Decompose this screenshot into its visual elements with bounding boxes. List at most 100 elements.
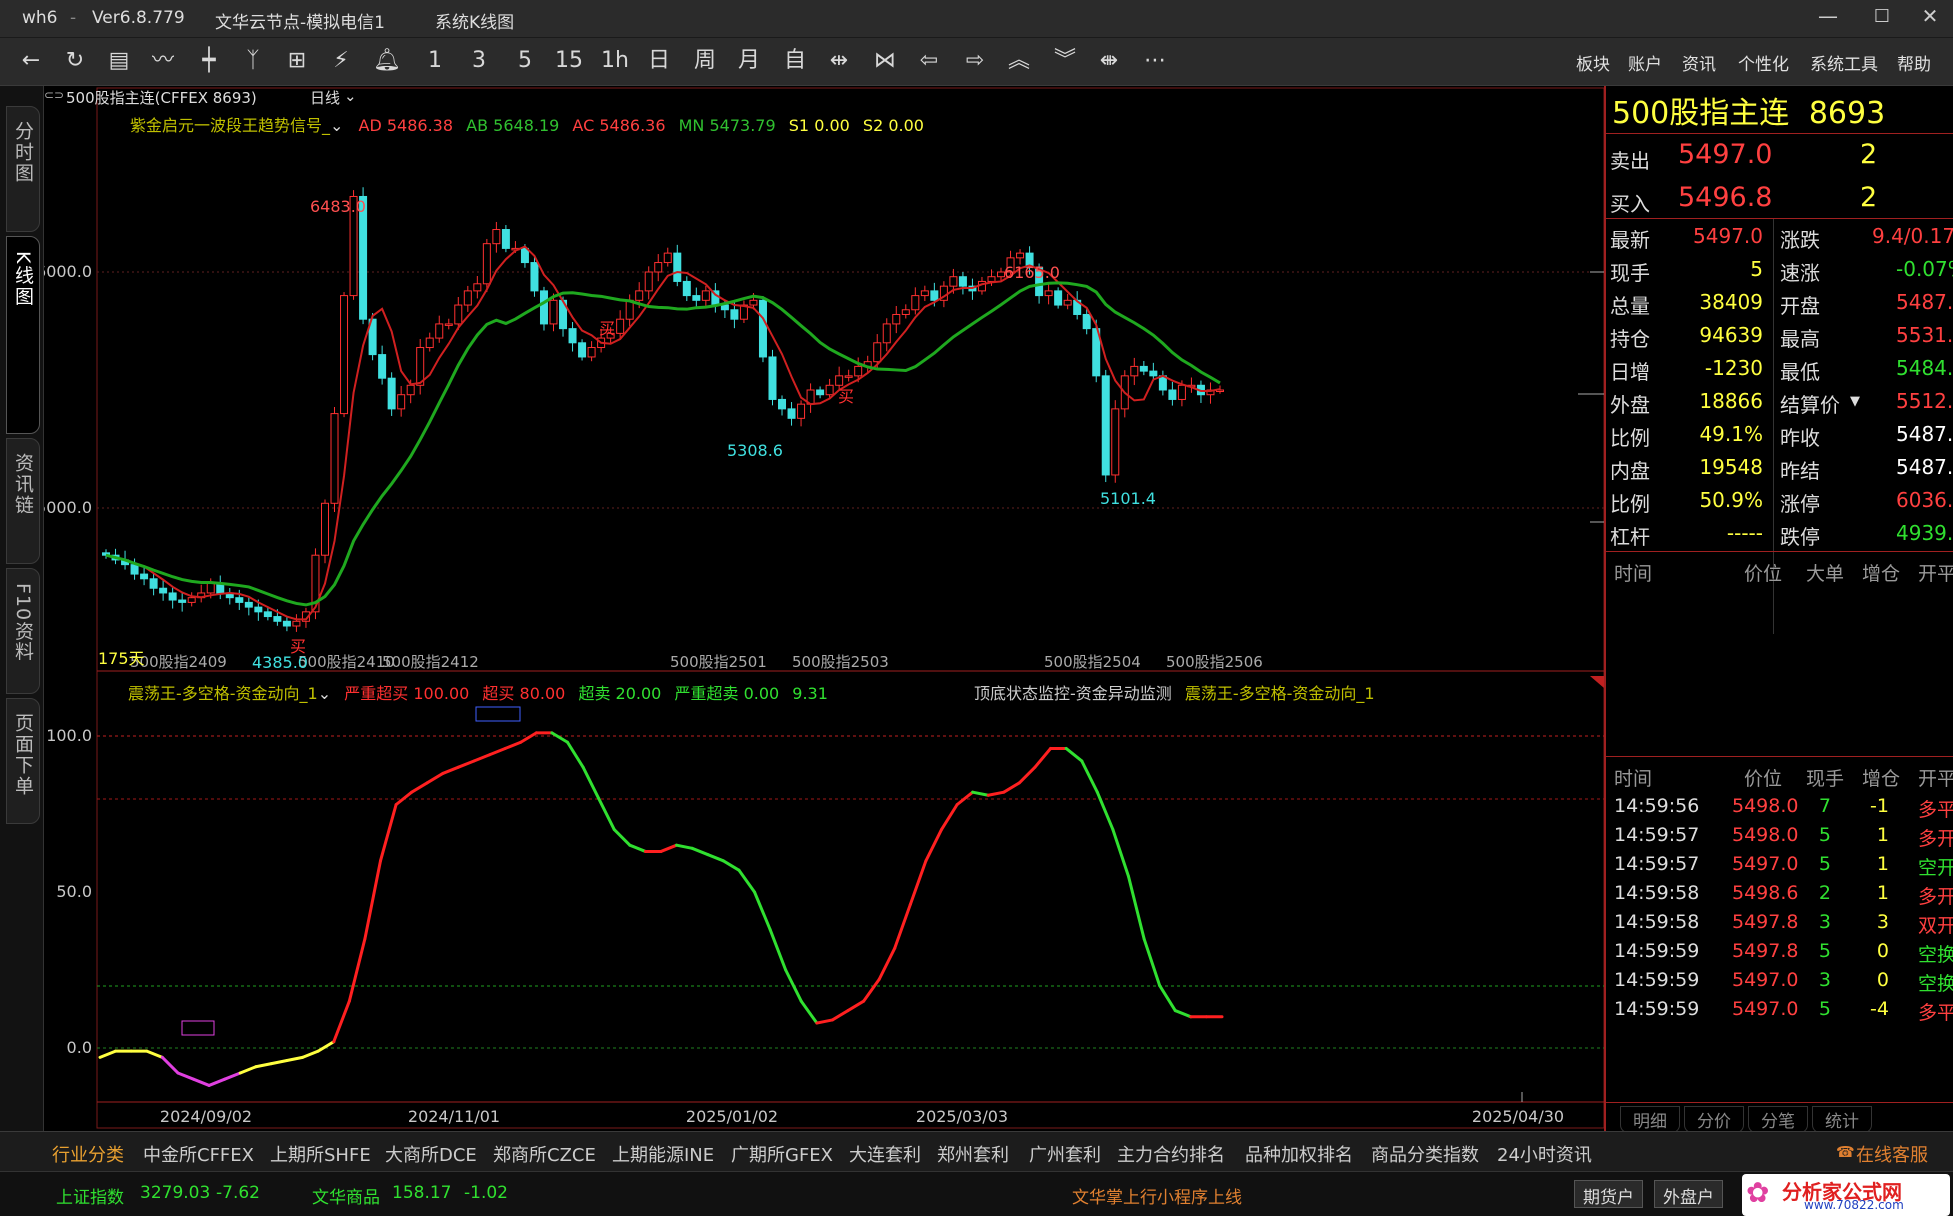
contract-label-2506: 500股指2506 — [1166, 653, 1263, 671]
online-support[interactable]: 在线客服 — [1856, 1141, 1928, 1167]
tab-timeshare[interactable]: 分时图 — [6, 106, 40, 232]
trade-row[interactable]: 14:59:59 5497.0 5 -4 多平 — [1606, 996, 1953, 1025]
tab-kline[interactable]: K线图 — [6, 236, 40, 434]
tab-f10[interactable]: F10资料 — [6, 568, 40, 694]
tab-cffex[interactable]: 中金所CFFEX — [143, 1141, 254, 1167]
period-week[interactable]: 周 — [688, 48, 722, 74]
period-5[interactable]: 5 — [508, 48, 542, 74]
candle — [473, 283, 482, 292]
indicator-dropdown-icon[interactable]: ⌄ — [330, 116, 343, 135]
candle — [539, 290, 548, 325]
minimize-icon[interactable]: — — [1808, 4, 1848, 28]
candle — [758, 299, 767, 358]
period-selector[interactable]: 日线 — [310, 87, 340, 108]
menu-help[interactable]: 帮助 — [1897, 50, 1931, 75]
oscillator-segment — [285, 1055, 305, 1062]
menu-account[interactable]: 账户 — [1628, 50, 1662, 75]
period-1[interactable]: 1 — [418, 48, 452, 74]
menu-personalize[interactable]: 个性化 — [1738, 50, 1789, 75]
kline-chart[interactable]: 6000.0 5000.0 100.0 50.0 0.0 2024/09/02 … — [36, 86, 1605, 1131]
notice-text[interactable]: 文华掌上行小程序上线 — [1072, 1183, 1242, 1208]
line-chart-icon[interactable]: 〰 — [146, 48, 180, 74]
tab-ticks[interactable]: 分笔 — [1748, 1106, 1808, 1133]
kline-icon[interactable]: ┿ — [192, 48, 226, 74]
trade-row[interactable]: 14:59:56 5498.0 7 -1 多平 — [1606, 793, 1953, 822]
period-1h[interactable]: 1h — [598, 48, 632, 74]
index2-name[interactable]: 文华商品 — [312, 1183, 380, 1208]
tab-ine[interactable]: 上期能源INE — [612, 1141, 714, 1167]
tab-shfe[interactable]: 上期所SHFE — [270, 1141, 371, 1167]
trade-row[interactable]: 14:59:57 5498.0 5 1 多开 — [1606, 822, 1953, 851]
tab-gfex[interactable]: 广期所GFEX — [731, 1141, 833, 1167]
tab-stats[interactable]: 统计 — [1812, 1106, 1872, 1133]
headset-icon[interactable]: ☎ — [1836, 1143, 1855, 1161]
tab-price-dist[interactable]: 分价 — [1684, 1106, 1744, 1133]
refresh-icon[interactable]: ↻ — [58, 48, 92, 74]
prev-close-label: 昨收 — [1780, 426, 1820, 450]
zoom-in-icon[interactable]: ⋈ — [868, 48, 902, 74]
tab-main-contract-rank[interactable]: 主力合约排名 — [1117, 1141, 1225, 1167]
bell-icon[interactable]: 🔔︎ — [370, 48, 404, 74]
tab-news-chain-label: 资讯链 — [12, 453, 34, 516]
quote-list-icon[interactable]: ▤ — [102, 48, 136, 74]
flash-icon[interactable]: ⚡ — [324, 48, 358, 74]
trade-row[interactable]: 14:59:57 5497.0 5 1 空开 — [1606, 851, 1953, 880]
tab-dalian-arb[interactable]: 大连套利 — [849, 1141, 921, 1167]
tab-guangzhou-arb[interactable]: 广州套利 — [1029, 1141, 1101, 1167]
period-month[interactable]: 月 — [732, 48, 766, 74]
zoom-horizontal-icon[interactable]: ⇹ — [822, 48, 856, 74]
move-left-icon[interactable]: ⇦ — [912, 48, 946, 74]
menu-news[interactable]: 资讯 — [1682, 50, 1716, 75]
candle — [187, 597, 196, 603]
tab-place-order[interactable]: 页面下单 — [6, 698, 40, 824]
close-icon[interactable]: ✕ — [1910, 4, 1950, 28]
index1-name[interactable]: 上证指数 — [56, 1183, 124, 1208]
move-right-icon[interactable]: ⇨ — [958, 48, 992, 74]
tab-weighted-rank[interactable]: 品种加权排名 — [1245, 1141, 1353, 1167]
tick-chart-icon[interactable]: ᛉ — [236, 48, 270, 74]
candle — [730, 309, 739, 320]
tab-czce[interactable]: 郑商所CZCE — [493, 1141, 596, 1167]
down-icon[interactable]: ︾ — [1048, 48, 1082, 74]
current-hand-value: 5 — [1750, 257, 1763, 281]
trade-row[interactable]: 14:59:58 5497.8 3 3 双开 — [1606, 909, 1953, 938]
tab-24h-news[interactable]: 24小时资讯 — [1497, 1141, 1592, 1167]
sub-indicator-dropdown-icon[interactable]: ⌄ — [318, 684, 331, 703]
crosshair-icon[interactable]: ⇼ — [1092, 48, 1126, 74]
bid-row[interactable]: 买入 5496.8 2 — [1606, 180, 1953, 216]
tab-details[interactable]: 明细 — [1620, 1106, 1680, 1133]
candle — [1177, 384, 1186, 400]
period-3[interactable]: 3 — [462, 48, 496, 74]
oscillator-segment — [98, 1049, 118, 1059]
trade-row[interactable]: 14:59:59 5497.8 5 0 空换 — [1606, 938, 1953, 967]
period-15[interactable]: 15 — [552, 48, 586, 74]
trade-row[interactable]: 14:59:58 5498.6 2 1 多开 — [1606, 880, 1953, 909]
settlement-dropdown-icon[interactable]: ▼ — [1850, 394, 1860, 409]
foreign-account-button[interactable]: 外盘户 — [1654, 1180, 1723, 1208]
back-arrow-icon[interactable]: ← — [14, 48, 48, 74]
up-icon[interactable]: ︽ — [1002, 48, 1036, 74]
futures-account-button[interactable]: 期货户 — [1574, 1180, 1643, 1208]
tab-industry[interactable]: 行业分类 — [52, 1141, 124, 1173]
period-custom[interactable]: 自 — [778, 48, 812, 74]
settlement-label[interactable]: 结算价 — [1780, 389, 1840, 418]
tab-news-chain[interactable]: 资讯链 — [6, 438, 40, 564]
sub-indicator-name[interactable]: 震荡王-多空格-资金动向_1 — [128, 684, 318, 703]
tab-commodity-index[interactable]: 商品分类指数 — [1371, 1141, 1479, 1167]
chart-area[interactable]: 6000.0 5000.0 100.0 50.0 0.0 2024/09/02 … — [36, 86, 1605, 1131]
table-icon[interactable]: ⊞ — [280, 48, 314, 74]
quote-row: 总量 38409 开盘 5487.2 — [1606, 286, 1953, 319]
main-indicator-name[interactable]: 紫金启元一波段王趋势信号_ — [130, 116, 330, 135]
menu-sector[interactable]: 板块 — [1576, 50, 1610, 75]
candle — [168, 592, 177, 601]
tab-zhengzhou-arb[interactable]: 郑州套利 — [937, 1141, 1009, 1167]
menu-system-tools[interactable]: 系统工具 — [1810, 50, 1878, 75]
ask-row[interactable]: 卖出 5497.0 2 — [1606, 137, 1953, 173]
trade-row[interactable]: 14:59:59 5497.0 3 0 空换 — [1606, 967, 1953, 996]
link-icon[interactable]: ⊂⊃ — [44, 88, 64, 102]
period-day[interactable]: 日 — [642, 48, 676, 74]
tab-dce[interactable]: 大商所DCE — [385, 1141, 477, 1167]
more-icon[interactable]: ⋯ — [1138, 48, 1172, 74]
period-dropdown-icon[interactable]: ⌄ — [344, 87, 357, 105]
maximize-icon[interactable]: ☐ — [1862, 6, 1902, 27]
